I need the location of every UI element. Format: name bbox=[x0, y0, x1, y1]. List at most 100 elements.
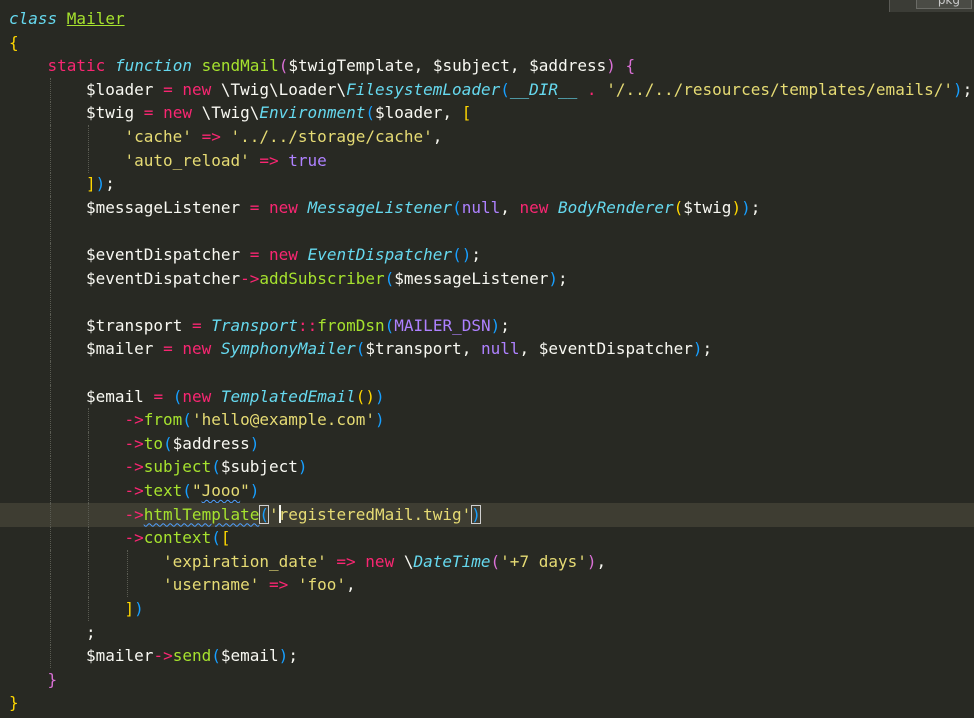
token-string: '+7 days' bbox=[500, 551, 587, 571]
token-argument: $twig bbox=[683, 197, 732, 217]
top-right-panel-tab[interactable]: pkg bbox=[889, 0, 974, 12]
code-line[interactable] bbox=[0, 361, 974, 385]
code-text: $messageListener = new MessageListener(n… bbox=[86, 196, 760, 220]
indent-guide bbox=[88, 408, 89, 433]
token-keyword-new: new bbox=[182, 339, 221, 359]
code-line[interactable]: 'cache' => '../../storage/cache', bbox=[0, 125, 974, 149]
token-operator: -> bbox=[124, 433, 144, 453]
token-operator: = bbox=[249, 245, 270, 264]
token-keyword-function: function bbox=[114, 56, 202, 76]
indent-guide bbox=[49, 361, 51, 385]
token-paren: ) bbox=[490, 315, 501, 335]
indent-guide bbox=[88, 597, 89, 621]
code-text: $transport = Transport::fromDsn(MAILER_D… bbox=[86, 314, 510, 338]
code-line[interactable]: ->context([ bbox=[0, 526, 974, 551]
code-line[interactable]: ->subject($subject) bbox=[0, 455, 974, 480]
token-string: registeredMail.twig' bbox=[278, 504, 472, 524]
token-class-ref: TemplatedEmail bbox=[220, 386, 356, 406]
token-argument: $email bbox=[220, 646, 279, 666]
token-class-ref: EventDispatcher bbox=[307, 245, 453, 264]
token-constant: true bbox=[288, 150, 327, 170]
indent-guide bbox=[49, 148, 51, 173]
code-line[interactable]: } bbox=[0, 668, 974, 692]
token-class-ref: SymphonyMailer bbox=[220, 339, 356, 359]
token-method: from bbox=[143, 410, 183, 430]
code-text: ->htmlTemplate('registeredMail.twig') bbox=[125, 503, 481, 527]
code-line[interactable]: $twig = new \Twig\Environment($loader, [ bbox=[0, 101, 974, 126]
token-constant: MAILER_DSN bbox=[394, 315, 491, 335]
token-operator: -> bbox=[240, 268, 260, 288]
code-line[interactable]: $eventDispatcher->addSubscriber($message… bbox=[0, 266, 974, 291]
code-text: $mailer = new SymphonyMailer($transport,… bbox=[86, 337, 712, 361]
token-string: ' bbox=[269, 504, 279, 524]
code-text: $twig = new \Twig\Environment($loader, [ bbox=[86, 101, 471, 125]
indent-guide bbox=[88, 431, 89, 456]
code-line[interactable]: } bbox=[0, 691, 974, 715]
token-paren: ) bbox=[952, 79, 963, 99]
token-paren: ) bbox=[375, 386, 385, 406]
code-line[interactable]: class Mailer bbox=[0, 7, 974, 31]
code-line[interactable]: ->htmlTemplate('registeredMail.twig') bbox=[0, 502, 974, 527]
code-line[interactable]: $loader = new \Twig\Loader\FilesystemLoa… bbox=[0, 77, 974, 102]
code-line[interactable]: $transport = Transport::fromDsn(MAILER_D… bbox=[0, 313, 974, 338]
code-text: ->text("Jooo") bbox=[125, 479, 260, 503]
code-line[interactable]: 'auto_reload' => true bbox=[0, 148, 974, 173]
token-namespace: \Twig\Loader\ bbox=[220, 79, 347, 99]
indent-guide bbox=[88, 125, 89, 149]
indent-guide bbox=[88, 526, 89, 551]
token-string: 'foo' bbox=[297, 575, 347, 595]
token-class-ref: DateTime bbox=[413, 551, 491, 571]
code-line[interactable] bbox=[0, 290, 974, 315]
token-semicolon: ; bbox=[288, 646, 298, 666]
code-line[interactable]: { bbox=[0, 31, 974, 55]
token-keyword-new: new bbox=[269, 245, 308, 264]
code-line[interactable]: 'username' => 'foo', bbox=[0, 573, 974, 598]
indent-guide bbox=[49, 337, 51, 362]
code-text: } bbox=[48, 668, 58, 692]
code-line[interactable]: $eventDispatcher = new EventDispatcher()… bbox=[0, 243, 974, 267]
code-line[interactable] bbox=[0, 219, 974, 244]
token-paren: ( bbox=[163, 433, 173, 453]
indent-guide bbox=[49, 502, 51, 527]
token-string: " bbox=[191, 481, 202, 500]
code-line[interactable]: $mailer = new SymphonyMailer($transport,… bbox=[0, 337, 974, 362]
code-line[interactable]: $mailer->send($email); bbox=[0, 644, 974, 669]
token-bracket: ] bbox=[124, 599, 135, 618]
code-line[interactable]: ]) bbox=[0, 597, 974, 621]
code-line[interactable]: ]); bbox=[0, 172, 974, 197]
indent-guide bbox=[49, 620, 51, 645]
token-paren: ) bbox=[741, 197, 751, 217]
token-paren: ) bbox=[249, 433, 260, 453]
token-semicolon: ; bbox=[500, 315, 510, 335]
token-paren: ( bbox=[673, 197, 684, 217]
token-operator: => bbox=[259, 150, 289, 170]
token-semicolon: ; bbox=[86, 622, 96, 642]
panel-tab-label: pkg bbox=[937, 0, 960, 7]
indent-guide bbox=[49, 219, 51, 244]
token-paren: ) bbox=[548, 268, 559, 288]
code-line[interactable]: ->to($address) bbox=[0, 431, 974, 456]
token-class-name: Mailer bbox=[66, 9, 125, 28]
token-class-ref: FilesystemLoader bbox=[346, 79, 501, 99]
token-bracket: [ bbox=[461, 103, 472, 123]
token-semicolon: ; bbox=[105, 174, 115, 194]
token-namespace: \Twig\ bbox=[201, 103, 260, 123]
code-line[interactable]: $email = (new TemplatedEmail()) bbox=[0, 384, 974, 409]
token-operator: -> bbox=[153, 646, 173, 666]
code-text: $loader = new \Twig\Loader\FilesystemLoa… bbox=[86, 78, 972, 102]
token-paren: ( bbox=[278, 56, 289, 76]
indent-guide bbox=[49, 431, 51, 456]
token-class-ref: Environment bbox=[259, 103, 366, 123]
code-line[interactable]: ; bbox=[0, 620, 974, 645]
code-editor[interactable]: class Mailer{static function sendMail($t… bbox=[0, 0, 974, 718]
token-semicolon: ; bbox=[558, 268, 568, 288]
code-line[interactable]: ->text("Jooo") bbox=[0, 479, 974, 503]
token-comma: , bbox=[346, 575, 356, 595]
token-operator: => bbox=[201, 127, 231, 146]
code-line[interactable]: ->from('hello@example.com') bbox=[0, 408, 974, 433]
code-line[interactable]: static function sendMail($twigTemplate, … bbox=[0, 54, 974, 78]
token-argument: $messageListener bbox=[394, 268, 549, 288]
code-line[interactable]: $messageListener = new MessageListener(n… bbox=[0, 195, 974, 220]
token-method: send bbox=[172, 646, 212, 666]
code-line[interactable]: 'expiration_date' => new \DateTime('+7 d… bbox=[0, 549, 974, 574]
